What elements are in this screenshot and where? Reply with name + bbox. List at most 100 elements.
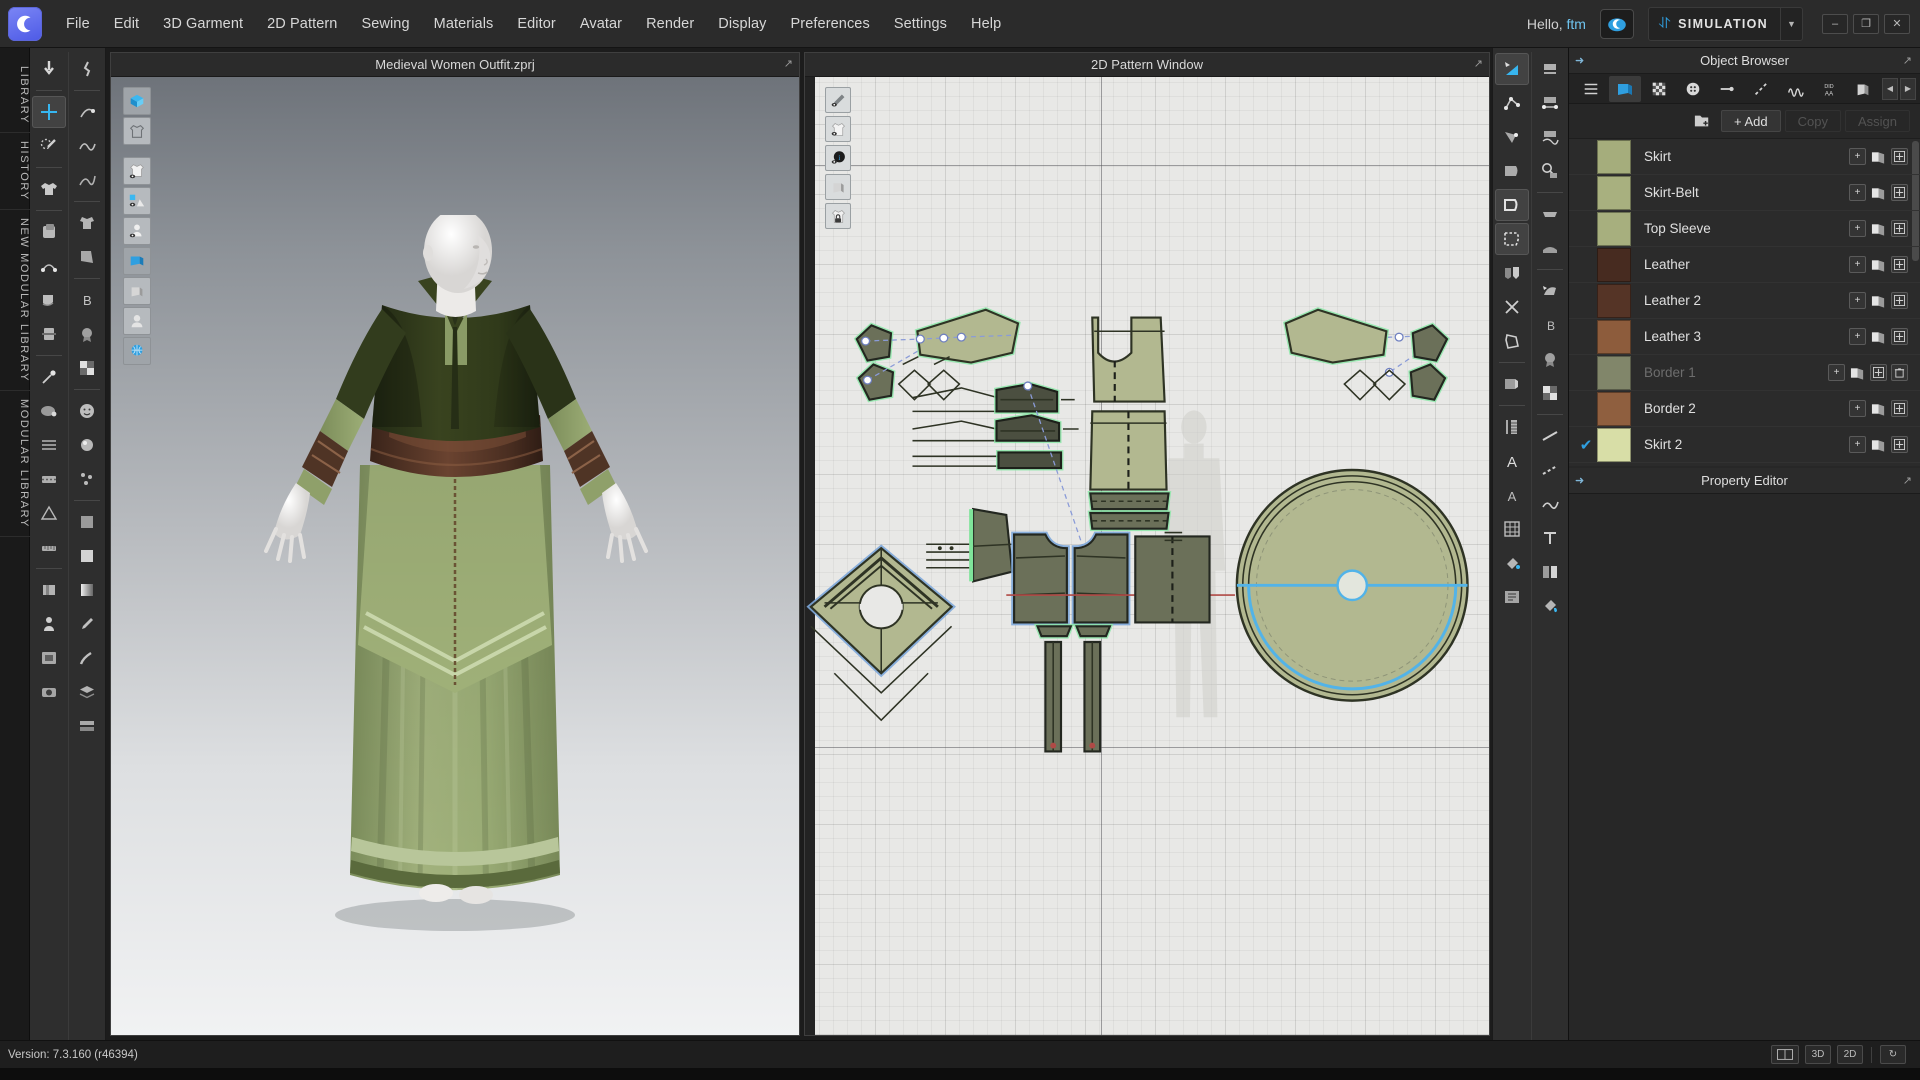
view-3d-button[interactable]: 3D xyxy=(1805,1045,1831,1064)
material-row[interactable]: Skirt + xyxy=(1569,139,1920,175)
material-row[interactable]: ✔ Skirt 2 + xyxy=(1569,427,1920,463)
tool-transform-gizmo-icon[interactable] xyxy=(31,96,66,128)
tool-emoji-face-icon[interactable] xyxy=(70,395,104,427)
material-assign-icon[interactable] xyxy=(1891,436,1908,453)
tool-dashed-line-icon[interactable] xyxy=(1533,454,1567,486)
tool-fold-mirror-icon[interactable] xyxy=(1495,257,1529,289)
material-add-icon[interactable]: + xyxy=(1849,436,1866,453)
material-book-icon[interactable] xyxy=(1849,364,1866,381)
tool-fabric-drape-icon[interactable] xyxy=(32,284,66,316)
overlay-show-pattern-outline-icon[interactable] xyxy=(825,87,851,113)
overlay-show-garment-shape-icon[interactable] xyxy=(825,116,851,142)
tool-trim-button-icon[interactable] xyxy=(32,395,66,427)
tool-marker-icon[interactable] xyxy=(32,574,66,606)
menu-preferences[interactable]: Preferences xyxy=(779,10,882,38)
overlay-show-garment-icon[interactable] xyxy=(123,157,151,185)
avatar-with-garment[interactable] xyxy=(240,215,670,935)
menu-help[interactable]: Help xyxy=(959,10,1013,38)
view-2d-button[interactable]: 2D xyxy=(1837,1045,1863,1064)
texture-tab[interactable] xyxy=(1643,76,1675,102)
topstitch-tab[interactable] xyxy=(1745,76,1777,102)
tool-export-pattern-icon[interactable] xyxy=(1495,581,1529,613)
menu-editor[interactable]: Editor xyxy=(505,10,567,38)
tool-polygon-draw-icon[interactable] xyxy=(1495,325,1529,357)
tool-eyedropper-icon[interactable] xyxy=(70,608,104,640)
tool-zoom-search-icon[interactable] xyxy=(1533,155,1567,187)
tool-pin-brush-icon[interactable] xyxy=(32,130,66,162)
tool-pattern-fill-icon[interactable] xyxy=(1495,547,1529,579)
overlay-show-pin-icon[interactable] xyxy=(123,187,151,215)
new-folder-icon[interactable] xyxy=(1687,110,1717,132)
tool-scissors-cut-icon[interactable] xyxy=(1495,291,1529,323)
tool-grid-layout-icon[interactable] xyxy=(1495,513,1529,545)
tool-topstitch-icon[interactable] xyxy=(32,463,66,495)
tool-render-camera-icon[interactable] xyxy=(32,676,66,708)
tool-hair-strand-icon[interactable] xyxy=(70,130,104,162)
tool-print-layout-icon[interactable] xyxy=(32,642,66,674)
tool-texture-checker-icon[interactable] xyxy=(1533,377,1567,409)
overlay-show-avatar-icon[interactable] xyxy=(123,217,151,245)
material-color-swatch[interactable] xyxy=(1597,319,1631,354)
tool-squiggle-line-icon[interactable] xyxy=(1533,488,1567,520)
menu-display[interactable]: Display xyxy=(706,10,778,38)
popout-icon[interactable]: ↗ xyxy=(1903,54,1912,67)
tool-line-segment-icon[interactable] xyxy=(1533,420,1567,452)
overlay-show-info-icon[interactable]: i xyxy=(825,145,851,171)
tool-texture-checker-icon[interactable] xyxy=(70,352,104,384)
caret-right-icon[interactable]: ▶ xyxy=(1900,77,1916,100)
tool-seam-allowance-icon[interactable] xyxy=(1533,275,1567,307)
tool-avatar-walk-icon[interactable] xyxy=(70,53,104,85)
menu-2d-pattern[interactable]: 2D Pattern xyxy=(255,10,349,38)
menu-render[interactable]: Render xyxy=(634,10,706,38)
caret-left-icon[interactable]: ◀ xyxy=(1882,77,1898,100)
material-assign-icon[interactable] xyxy=(1891,328,1908,345)
menu-avatar[interactable]: Avatar xyxy=(568,10,634,38)
tool-text-small-a-icon[interactable]: A xyxy=(1495,479,1529,511)
overlay-show-face-icon[interactable] xyxy=(123,307,151,335)
tool-paint-bucket-icon[interactable] xyxy=(1533,590,1567,622)
material-assign-icon[interactable] xyxy=(1891,220,1908,237)
reset-view-button[interactable]: ↻ xyxy=(1880,1045,1906,1064)
tool-particle-icon[interactable] xyxy=(70,463,104,495)
fabric-tab[interactable] xyxy=(1609,75,1641,102)
material-book-icon[interactable] xyxy=(1870,292,1887,309)
tool-offset-pattern-icon[interactable] xyxy=(1495,368,1529,400)
tool-fitting-suit-icon[interactable] xyxy=(70,207,104,239)
tool-sphere-light-icon[interactable] xyxy=(70,429,104,461)
material-assign-icon[interactable] xyxy=(1891,400,1908,417)
trim-tab[interactable] xyxy=(1847,76,1879,102)
popout-icon[interactable]: ↗ xyxy=(1474,57,1483,70)
menu-3d-garment[interactable]: 3D Garment xyxy=(151,10,255,38)
material-row[interactable]: Skirt-Belt + xyxy=(1569,175,1920,211)
popout-icon[interactable]: ↗ xyxy=(1903,474,1912,487)
tool-text-a-icon[interactable]: A xyxy=(1495,445,1529,477)
overlay-garment-outline-icon[interactable] xyxy=(123,117,151,145)
material-add-icon[interactable]: + xyxy=(1849,220,1866,237)
material-book-icon[interactable] xyxy=(1870,184,1887,201)
material-add-icon[interactable]: + xyxy=(1828,364,1845,381)
tool-pleat-fold-icon[interactable] xyxy=(1533,198,1567,230)
tool-edit-curve-point-icon[interactable] xyxy=(1495,87,1529,119)
tool-polygon-select-icon[interactable] xyxy=(1495,155,1529,187)
tool-ruler-grading-icon[interactable] xyxy=(1495,411,1529,443)
tool-curve-edit-icon[interactable] xyxy=(70,241,104,273)
overlay-render-cube-icon[interactable] xyxy=(123,87,151,115)
tool-transform-pattern-icon[interactable] xyxy=(1494,189,1529,221)
overlay-show-shading-icon[interactable] xyxy=(123,277,151,305)
zipper-tab[interactable] xyxy=(1711,76,1743,102)
material-color-swatch[interactable] xyxy=(1597,247,1631,282)
menu-materials[interactable]: Materials xyxy=(422,10,506,38)
material-book-icon[interactable] xyxy=(1870,400,1887,417)
material-add-icon[interactable]: + xyxy=(1849,148,1866,165)
simulation-control[interactable]: ⥯ SIMULATION ▼ xyxy=(1647,6,1803,41)
property-editor-body[interactable] xyxy=(1569,494,1920,1040)
material-color-swatch[interactable] xyxy=(1597,355,1631,390)
tool-text-tool-icon[interactable] xyxy=(1533,522,1567,554)
tool-marquee-select-icon[interactable] xyxy=(1494,223,1529,255)
material-book-icon[interactable] xyxy=(1870,148,1887,165)
material-book-icon[interactable] xyxy=(1870,328,1887,345)
menu-settings[interactable]: Settings xyxy=(882,10,959,38)
material-book-icon[interactable] xyxy=(1870,256,1887,273)
tool-select-mesh-arrow-icon[interactable] xyxy=(32,53,66,85)
tool-dart-icon[interactable] xyxy=(1533,232,1567,264)
